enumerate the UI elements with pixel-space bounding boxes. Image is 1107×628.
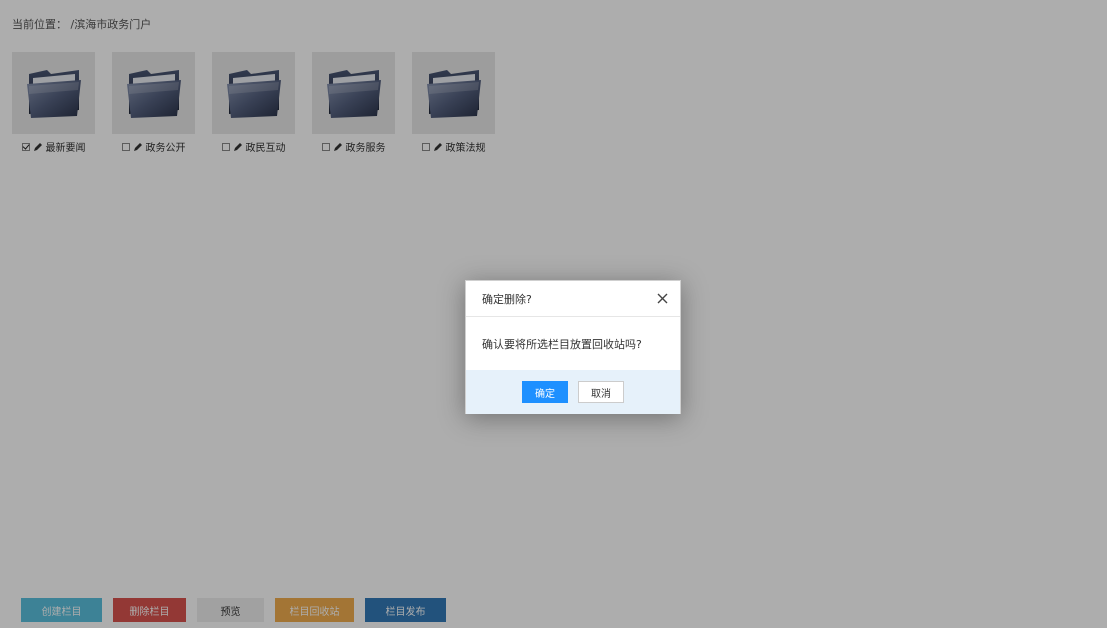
cancel-button[interactable]: 取消 xyxy=(578,381,624,403)
dialog-header: 确定删除? xyxy=(466,281,680,317)
dialog-message: 确认要将所选栏目放置回收站吗? xyxy=(482,337,642,351)
confirm-button[interactable]: 确定 xyxy=(522,381,568,403)
dialog-title: 确定删除? xyxy=(482,292,532,306)
close-icon[interactable] xyxy=(656,293,668,305)
confirm-delete-dialog: 确定删除? 确认要将所选栏目放置回收站吗? 确定 取消 xyxy=(465,280,681,414)
page: 当前位置： /滨海市政务门户 最新要闻 政务公开 政民互动 政务服务 政策法规 … xyxy=(0,0,1107,628)
dialog-footer: 确定 取消 xyxy=(466,370,680,414)
